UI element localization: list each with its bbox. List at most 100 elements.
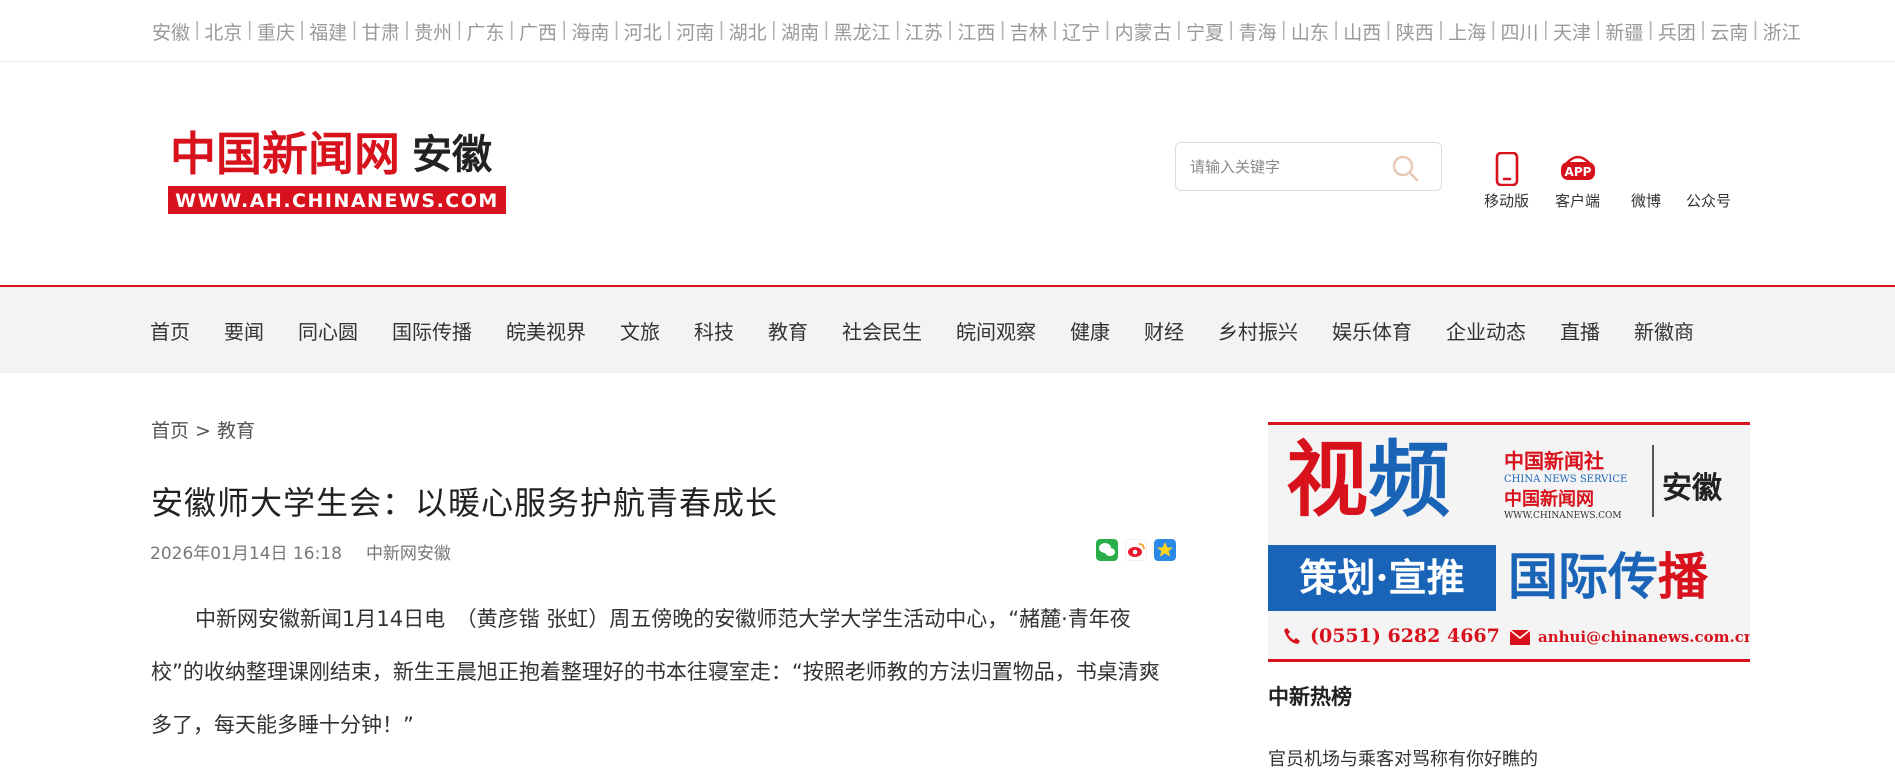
region-link[interactable]: 陕西 [1396,18,1434,45]
region-separator: | [1280,18,1287,40]
article-body: 中新网安徽新闻1月14日电 （黄彦锴 张虹）周五傍晚的安徽师范大学大学生活动中心… [151,607,1160,737]
promo-org-en: CHINA NEWS SERVICE [1504,474,1628,485]
breadcrumb-current[interactable]: 教育 [217,420,255,442]
share-weibo-icon[interactable] [1125,539,1147,561]
nav-item[interactable]: 企业动态 [1446,316,1526,345]
region-link[interactable]: 兵团 [1658,18,1696,45]
search-input[interactable] [1190,155,1390,179]
article-date: 2026年01月14日 16:18 [150,544,342,564]
nav-item[interactable]: 乡村振兴 [1218,316,1298,345]
logo-region: 安徽 [412,131,493,178]
region-separator: | [560,18,568,40]
region-link[interactable]: 江西 [957,18,995,45]
share-qzone-icon[interactable] [1154,539,1176,561]
nav-item[interactable]: 直播 [1560,316,1600,345]
promo-org-block: 中国新闻社 CHINA NEWS SERVICE 中国新闻网 WWW.CHINA… [1504,445,1644,521]
region-link[interactable]: 宁夏 [1186,18,1224,45]
hot-list-title: 中新热榜 [1268,684,1352,709]
region-list: 安徽 | 北京 | 重庆 | 福建 | 甘肃 | 贵州 | 广东 | 广西 | 海南 | 河北 | 河南 | 湖北 | 湖南 | 黑… [152,18,1801,45]
weibo-icon [1629,152,1663,186]
region-link[interactable]: 山西 [1343,18,1381,45]
region-link[interactable]: 海南 [571,18,609,45]
promo-email-address: anhui@chinanews.com.cn [1538,628,1750,646]
region-link[interactable]: 云南 [1710,18,1748,45]
header-link-label: 客户端 [1555,192,1601,210]
nav-item[interactable]: 要闻 [224,316,264,345]
region-separator: | [194,18,201,40]
region-link[interactable]: 广东 [467,18,505,45]
header-link-weibo[interactable]: 微博 [1629,152,1663,211]
nav-item[interactable]: 财经 [1144,316,1184,345]
region-link[interactable]: 河北 [624,18,662,45]
nav-item[interactable]: 皖美视界 [506,316,586,345]
region-separator: | [946,18,954,40]
nav-item[interactable]: 国际传播 [392,316,472,345]
region-link[interactable]: 辽宁 [1062,18,1100,45]
region-link[interactable]: 湖北 [729,18,767,45]
logo-text: 中国新闻网 [170,127,400,181]
promo-org-url: WWW.CHINANEWS.COM [1504,511,1622,521]
share-wechat-icon[interactable] [1096,539,1118,561]
region-link[interactable]: 上海 [1448,18,1486,45]
region-link[interactable]: 重庆 [257,18,295,45]
promo-banner[interactable]: 视频 中国新闻社 CHINA NEWS SERVICE 中国新闻网 WWW.CH… [1268,422,1750,662]
nav-list: 首页 要闻 同心圆 国际传播 皖美视界 文旅 科技 教育 社会民生 皖间观察 健康 财经 乡村振兴 娱乐体… [150,287,1728,373]
header-link-mobile[interactable]: 移动版 [1484,152,1529,211]
region-separator: | [1594,18,1602,40]
region-link[interactable]: 河南 [676,18,714,45]
region-separator: | [894,18,901,40]
region-link[interactable]: 广西 [519,18,557,45]
nav-item[interactable]: 首页 [150,316,190,345]
nav-item[interactable]: 健康 [1070,316,1110,345]
region-link[interactable]: 甘肃 [362,18,400,45]
nav-item[interactable]: 社会民生 [842,316,922,345]
region-separator: | [1752,18,1759,40]
search-icon[interactable] [1391,154,1419,182]
region-link[interactable]: 浙江 [1763,18,1801,45]
promo-intl-main: 国际传 [1508,547,1658,606]
nav-item[interactable]: 新徽商 [1634,316,1694,345]
article-meta: 2026年01月14日 16:18 中新网安徽 [150,539,451,564]
region-link[interactable]: 四川 [1501,18,1539,45]
region-link[interactable]: 山东 [1291,18,1329,45]
region-link[interactable]: 江苏 [905,18,943,45]
region-link[interactable]: 安徽 [152,18,190,45]
region-link[interactable]: 黑龙江 [833,18,890,45]
logo-url-text: WWW.AH.CHINANEWS.COM [175,190,499,212]
region-separator: | [1104,18,1111,40]
nav-item[interactable]: 科技 [694,316,734,345]
region-link[interactable]: 青海 [1238,18,1276,45]
logo-graphic: 中国新闻网 安徽 WWW.AH.CHINANEWS.COM [168,127,506,214]
search-box [1175,142,1442,191]
share-buttons [1096,539,1183,561]
header-link-wechat[interactable]: 公众号 [1686,152,1731,211]
mobile-icon [1495,152,1518,186]
region-link[interactable]: 吉林 [1010,18,1048,45]
promo-video-char-1: 视 [1286,432,1369,528]
region-link[interactable]: 湖南 [781,18,819,45]
hot-list-item[interactable]: 官员机场与乘客对骂称有你好瞧的 [1268,745,1538,769]
nav-item[interactable]: 教育 [768,316,808,345]
region-separator: | [1647,18,1654,40]
region-link[interactable]: 福建 [309,18,347,45]
region-separator: | [298,18,306,40]
breadcrumb-home[interactable]: 首页 [151,420,189,442]
region-link[interactable]: 北京 [204,18,242,45]
nav-item[interactable]: 娱乐体育 [1332,316,1412,345]
site-logo[interactable]: 中国新闻网 安徽 WWW.AH.CHINANEWS.COM [166,118,506,218]
promo-region: 安徽 [1662,471,1722,506]
app-icon: APP [1560,155,1595,180]
region-separator: | [1490,18,1497,40]
phone-icon [1284,628,1300,644]
region-link[interactable]: 天津 [1553,18,1591,45]
region-link[interactable]: 内蒙古 [1115,18,1172,45]
region-link[interactable]: 贵州 [414,18,452,45]
nav-item[interactable]: 皖间观察 [956,316,1036,345]
nav-item[interactable]: 同心圆 [298,316,358,345]
promo-org-site: 中国新闻网 [1504,489,1594,510]
region-separator: | [1542,18,1549,40]
nav-item[interactable]: 文旅 [620,316,660,345]
article-source: 中新网安徽 [365,544,451,564]
header-link-app[interactable]: APP 客户端 [1555,152,1600,211]
region-link[interactable]: 新疆 [1605,18,1643,45]
